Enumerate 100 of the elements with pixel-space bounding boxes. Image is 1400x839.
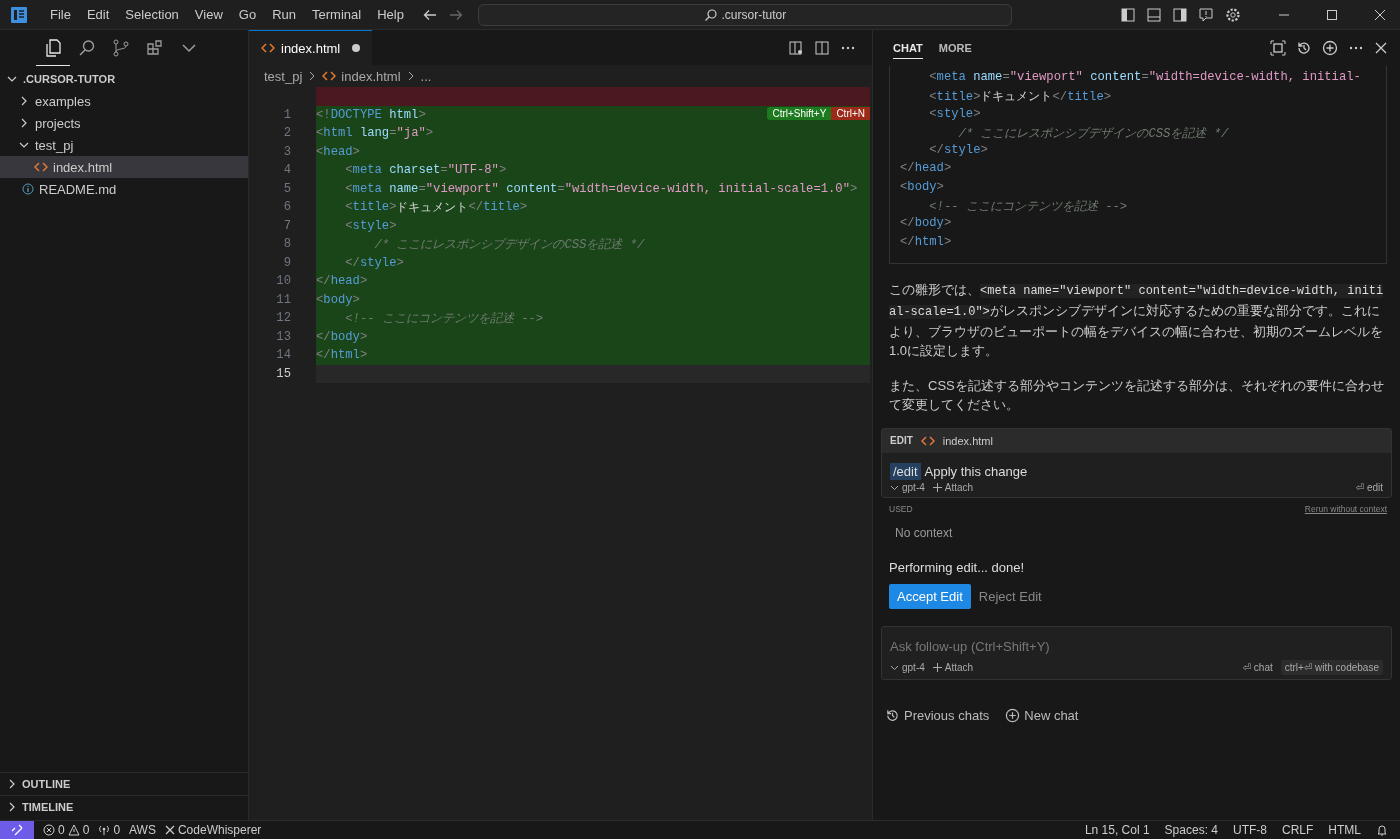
menu-item[interactable]: File [42, 7, 79, 22]
tree-item[interactable]: projects [0, 112, 248, 134]
new-chat-link[interactable]: New chat [1005, 707, 1079, 723]
menu-item[interactable]: Terminal [304, 7, 370, 22]
breadcrumb-item[interactable]: index.html [341, 68, 401, 84]
line-number: 11 [275, 292, 292, 307]
warning-icon [67, 824, 80, 836]
aws-status[interactable]: AWS [129, 823, 156, 837]
editor-tab[interactable]: index.html [249, 30, 373, 65]
indentation-status[interactable]: Spaces: 4 [1164, 823, 1218, 837]
toggle-sidebar-icon[interactable] [1120, 6, 1136, 23]
section-header[interactable]: TIMELINE [0, 795, 248, 818]
line-number: 9 [282, 255, 292, 270]
toggle-panel-icon[interactable] [1146, 6, 1162, 23]
message-text: Apply this change [924, 463, 1028, 479]
branch-icon [111, 37, 131, 58]
extensions-icon [145, 37, 165, 58]
attach-button[interactable]: Attach [932, 481, 974, 493]
code-line: <!-- ここにコンテンツを記述 --> [928, 199, 1129, 217]
menu-item[interactable]: Selection [117, 7, 187, 22]
line-number: 3 [282, 144, 292, 159]
section-label: USED [889, 503, 913, 514]
chat-paragraph: この雛形では、<meta name="viewport" content="width=device-width, initial-scale=1.0">がレスポンシブデザインに対応するための重要な部分です。これにより、ブラウザのビューポートの幅をデバイスの幅に合わせ、初期のズームレベルを1.0に設定します。 [889, 280, 1385, 360]
diff-action-button[interactable]: Ctrl+Shift+Y [767, 106, 832, 120]
submit-edit-button[interactable]: ⏎ edit [1355, 481, 1383, 493]
code-line: <title>ドキュメント</title> [928, 89, 1113, 107]
code-brackets-icon [261, 42, 275, 54]
ports-status[interactable]: 0 [98, 823, 121, 837]
attach-button[interactable]: Attach [932, 661, 974, 673]
menu-item[interactable]: Go [230, 7, 265, 22]
feedback-icon[interactable] [1198, 6, 1214, 23]
close-icon[interactable] [1374, 8, 1386, 21]
rerun-link[interactable]: Rerun without context [1304, 503, 1387, 514]
maximize-icon[interactable] [1326, 8, 1338, 21]
tree-item[interactable]: test_pj [0, 134, 248, 156]
menu-item[interactable]: View [186, 7, 231, 22]
send-chat-button[interactable]: ⏎ chat [1242, 661, 1273, 673]
panel-tab[interactable]: MORE [938, 37, 972, 59]
search-icon [703, 7, 718, 22]
history-icon[interactable] [1296, 40, 1312, 56]
code-line: <body> [900, 179, 945, 196]
breadcrumb-item[interactable]: test_pj [264, 68, 303, 84]
diff-action-button[interactable]: Ctrl+N [831, 106, 870, 120]
code-line: </body> [900, 216, 953, 233]
code-brackets-icon [322, 70, 337, 82]
line-number: 14 [275, 348, 292, 363]
split-editor-icon[interactable] [814, 39, 830, 56]
menu-item[interactable]: Edit [78, 7, 118, 22]
tree-item[interactable]: .CURSOR-TUTOR [0, 68, 248, 90]
remote-icon [11, 824, 23, 836]
status-message: Performing edit... done! [889, 559, 1026, 575]
new-chat-icon[interactable] [1322, 40, 1338, 56]
settings-icon[interactable] [1224, 5, 1242, 24]
tree-item[interactable]: index.html [0, 156, 248, 178]
previous-chats-link[interactable]: Previous chats [885, 707, 990, 723]
code-line: </html> [900, 234, 953, 251]
encoding-status[interactable]: UTF-8 [1233, 823, 1267, 837]
card-label: EDIT [890, 435, 913, 447]
toggle-secondary-sidebar-icon[interactable] [1172, 6, 1188, 23]
menu-item[interactable]: Help [369, 7, 412, 22]
close-icon[interactable] [1374, 41, 1388, 55]
tree-item[interactable]: README.md [0, 178, 248, 200]
command-chip: /edit [890, 462, 921, 480]
model-selector[interactable]: gpt-4 [890, 481, 925, 493]
reject-button[interactable]: Reject Edit [978, 588, 1042, 604]
bell-icon[interactable] [1376, 824, 1388, 836]
code-line: </style> [928, 143, 989, 160]
plus-icon [932, 482, 942, 492]
line-number: 10 [275, 274, 292, 289]
panel-tab[interactable]: CHAT [893, 37, 923, 59]
line-number: 12 [275, 311, 292, 326]
code-line: <style> [928, 106, 982, 123]
chat-paragraph: また、CSSを記述する部分やコンテンツを記述する部分は、それぞれの要件に合わせて変更してください。 [889, 376, 1385, 414]
codewhisperer-status[interactable]: CodeWhisperer [164, 823, 262, 837]
error-icon [43, 824, 55, 836]
codebase-button[interactable]: ctrl+⏎ with codebase [1280, 659, 1383, 675]
file-name: index.html [942, 434, 993, 447]
line-number: 13 [275, 329, 292, 344]
model-selector[interactable]: gpt-4 [890, 661, 925, 673]
breadcrumb-item[interactable]: ... [420, 68, 432, 84]
cursor-position[interactable]: Ln 15, Col 1 [1084, 823, 1150, 837]
section-header[interactable]: OUTLINE [0, 772, 248, 795]
context-text: No context [895, 525, 954, 540]
accept-button[interactable]: Accept Edit [889, 583, 971, 609]
tree-item[interactable]: examples [0, 90, 248, 112]
follow-up-input[interactable]: Ask follow-up (Ctrl+Shift+Y) gpt-4 Attach ⏎ chat ctrl+⏎ with codebase [881, 625, 1392, 680]
x-icon [164, 825, 175, 835]
line-number: 8 [282, 237, 292, 252]
command-search-field[interactable]: .cursor-tutor [477, 3, 1012, 26]
plus-icon [932, 662, 942, 672]
app-logo-icon [10, 5, 28, 24]
open-preview-icon[interactable] [788, 39, 804, 56]
maximize-panel-icon[interactable] [1270, 40, 1286, 56]
problems-status[interactable]: 0 0 [43, 823, 90, 837]
menu-item[interactable]: Run [264, 7, 304, 22]
language-status[interactable]: HTML [1328, 823, 1361, 837]
line-ending-status[interactable]: CRLF [1282, 823, 1314, 837]
code-line: <meta name="viewport" content="width=device-width, initial- [928, 70, 1362, 86]
search-icon [77, 37, 97, 58]
remote-button[interactable] [0, 821, 34, 839]
